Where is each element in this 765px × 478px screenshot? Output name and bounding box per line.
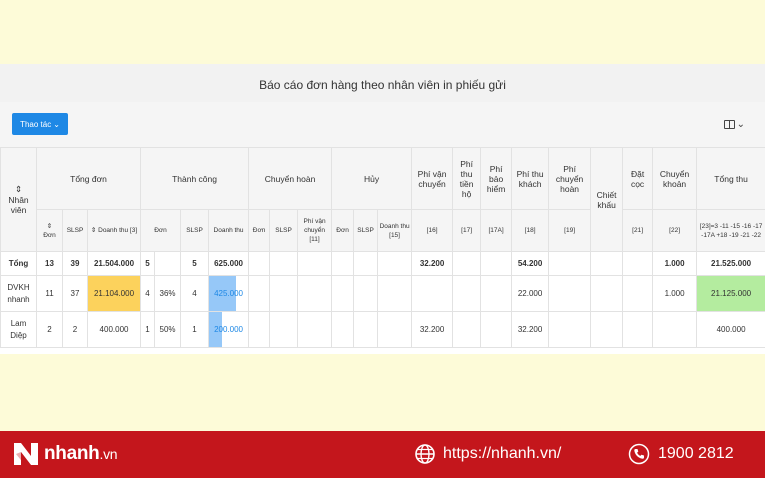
table-row: DVKH nhanh 11 37 21.104.000 4 36% 4 425.…: [0, 275, 765, 312]
cell-tc-doanh-thu[interactable]: 200.000: [208, 311, 250, 348]
cell-tc-slsp-link[interactable]: 1: [180, 311, 210, 348]
header-phi-bao-hiem: Phí bảo hiểm: [480, 147, 513, 210]
cell-chuyen-khoan: 1.000: [652, 275, 698, 312]
brand-logo[interactable]: nhanh.vn: [12, 441, 118, 467]
footer-banner: nhanh.vn https://nhanh.vn/ 1900 2812: [0, 431, 765, 478]
website-url: https://nhanh.vn/: [443, 445, 562, 462]
cell-tong-thu: 21.125.000: [696, 275, 765, 312]
subheader-huy-slsp: SLSP: [353, 209, 379, 252]
row-name: Lam Diệp: [0, 311, 37, 348]
header-phi-thu-tien-ho: Phí thu tiền hộ: [452, 147, 482, 210]
cell-tc-don: 5: [140, 251, 156, 276]
subheader-c21: [21]: [622, 209, 654, 252]
column-toggle-button[interactable]: ⌄: [723, 119, 745, 130]
cell-tc-slsp: 5: [180, 251, 210, 276]
header-chuyen-hoan: Chuyển hoàn: [248, 147, 333, 210]
header-thanh-cong: Thành công: [140, 147, 250, 210]
cell-tc-pct: [154, 251, 182, 276]
actions-button[interactable]: Thao tác ⌄: [12, 113, 68, 135]
header-phi-van-chuyen: Phí vận chuyển: [411, 147, 454, 210]
toolbar: Thao tác ⌄ ⌄: [0, 102, 765, 148]
subheader-c22: [22]: [652, 209, 698, 252]
cell-chuyen-khoan: 1.000: [652, 251, 698, 276]
cell-tc-slsp-link[interactable]: 4: [180, 275, 210, 312]
subheader-c19: [19]: [548, 209, 592, 252]
header-chuyen-khoan: Chuyển khoản: [652, 147, 698, 210]
cell-slsp: 39: [62, 251, 88, 276]
header-employee[interactable]: ⇕ Nhân viên: [0, 147, 37, 252]
header-tong-don: Tổng đơn: [35, 147, 142, 210]
logo-icon: [14, 443, 38, 465]
subheader-ch-phi: Phí vận chuyển [11]: [297, 209, 333, 252]
subheader-c17a: [17A]: [480, 209, 513, 252]
subheader-tc-slsp: SLSP: [180, 209, 210, 252]
cell-don-link[interactable]: 2: [36, 311, 63, 348]
cell-tong-thu: 21.525.000: [696, 251, 765, 276]
subheader-huy-doanh-thu: Doanh thu [15]: [377, 209, 413, 252]
subheader-doanh-thu[interactable]: ⇕ Doanh thu [3]: [86, 209, 142, 252]
globe-icon: [415, 444, 435, 464]
cell-slsp-link[interactable]: 2: [62, 311, 88, 348]
sort-icon: ⇕: [46, 222, 53, 230]
header-phi-chuyen-hoan: Phí chuyển hoàn: [548, 147, 592, 210]
cell-don: 13: [36, 251, 63, 276]
subheader-c16: [16]: [411, 209, 454, 252]
brand-name: nhanh: [44, 443, 100, 464]
cell-phi-van-chuyen: 32.200: [411, 251, 454, 276]
header-phi-thu-khach: Phí thu khách: [511, 147, 550, 210]
header-tong-thu: Tổng thu: [696, 147, 765, 210]
cell-doanh-thu-link[interactable]: 400.000: [86, 311, 142, 348]
subheader-c18: [18]: [511, 209, 550, 252]
subheader-formula: [23]=3 -11 -15 -16 -17 -17A +18 -19 -21 …: [696, 209, 765, 252]
cell-phi-thu-khach: 54.200: [511, 251, 550, 276]
cell-doanh-thu-link[interactable]: 21.104.000: [86, 275, 142, 312]
cell-tc-pct: 36%: [154, 275, 182, 312]
sort-icon: ⇕: [90, 227, 97, 234]
subheader-c17: [17]: [452, 209, 482, 252]
phone-icon: [628, 443, 650, 465]
subheader-tc-doanh-thu: Doanh thu: [208, 209, 250, 252]
row-name: Tổng: [0, 251, 37, 276]
header-chiet-khau: Chiết khấu: [590, 147, 624, 252]
subheader-tc-don: Đơn: [140, 209, 182, 252]
chevron-down-icon: ⌄: [53, 119, 60, 129]
subheader-ch-don: Đơn: [248, 209, 271, 252]
cell-doanh-thu: 21.504.000: [86, 251, 142, 276]
website-link[interactable]: https://nhanh.vn/: [414, 443, 561, 465]
cell-tong-thu: 400.000: [696, 311, 765, 348]
hotline-link[interactable]: 1900 2812: [628, 443, 734, 465]
report-table: ⇕ Nhân viên Tổng đơn Thành công Chuyển h…: [0, 147, 765, 348]
row-name: DVKH nhanh: [0, 275, 37, 312]
table-row-total: Tổng 13 39 21.504.000 5 5 625.000 32.200…: [0, 251, 765, 276]
subheader-huy-don: Đơn: [331, 209, 355, 252]
hotline-number: 1900 2812: [658, 445, 734, 462]
report-panel: Báo cáo đơn hàng theo nhân viên in phiếu…: [0, 64, 765, 354]
cell-tc-doanh-thu: 625.000: [208, 251, 250, 276]
cell-phi-van-chuyen: 32.200: [411, 311, 454, 348]
header-huy: Hủy: [331, 147, 413, 210]
brand-suffix: .vn: [99, 446, 118, 462]
header-dat-coc: Đặt cọc: [622, 147, 654, 210]
cell-phi-thu-khach: 22.000: [511, 275, 550, 312]
cell-tc-don-link[interactable]: 4: [140, 275, 156, 312]
cell-phi-thu-khach: 32.200: [511, 311, 550, 348]
subheader-slsp: SLSP: [62, 209, 88, 252]
cell-don-link[interactable]: 11: [36, 275, 63, 312]
cell-tc-don-link[interactable]: 1: [140, 311, 156, 348]
actions-label: Thao tác: [20, 119, 52, 129]
report-title: Báo cáo đơn hàng theo nhân viên in phiếu…: [0, 64, 765, 102]
sort-icon: ⇕: [14, 184, 23, 194]
cell-slsp-link[interactable]: 37: [62, 275, 88, 312]
subheader-ch-slsp: SLSP: [269, 209, 299, 252]
table-row: Lam Diệp 2 2 400.000 1 50% 1 200.000 32.…: [0, 311, 765, 348]
columns-icon: [723, 120, 735, 129]
cell-tc-pct: 50%: [154, 311, 182, 348]
cell-tc-doanh-thu[interactable]: 425.000: [208, 275, 250, 312]
subheader-don[interactable]: ⇕ Đơn: [36, 209, 63, 252]
chevron-down-icon: ⌄: [736, 119, 745, 130]
